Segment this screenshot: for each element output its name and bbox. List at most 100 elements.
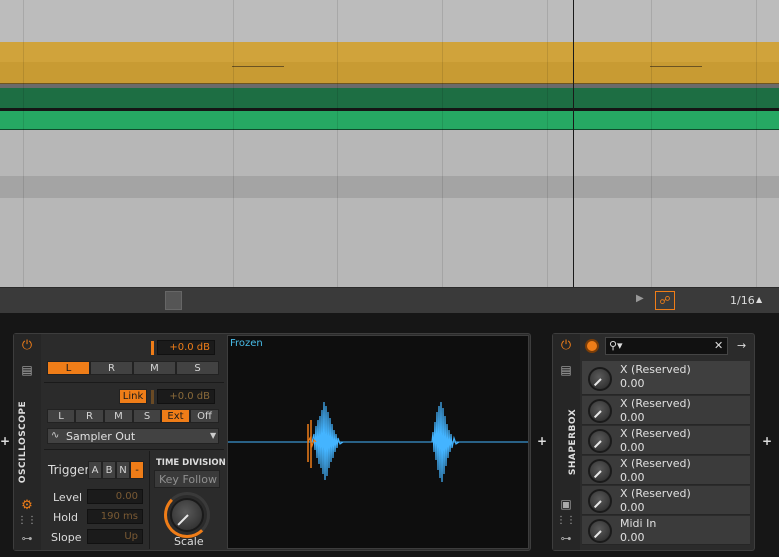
trigger-button-b[interactable]: B bbox=[102, 461, 116, 479]
chevron-down-icon: ▼ bbox=[210, 431, 217, 440]
arrow-right-icon[interactable]: → bbox=[737, 339, 746, 352]
settings-gear-icon[interactable]: ⚙ bbox=[17, 498, 37, 513]
grid-value[interactable]: 1/16 bbox=[730, 294, 755, 307]
param-name: X (Reserved) bbox=[620, 457, 691, 470]
waveform-icon: ∿ bbox=[51, 430, 60, 441]
hold-label: Hold bbox=[53, 511, 79, 524]
param-knob[interactable] bbox=[588, 459, 612, 483]
scrollbar-thumb[interactable] bbox=[165, 291, 182, 310]
midi-clip-separator bbox=[0, 108, 779, 111]
oscilloscope-display[interactable]: Frozen bbox=[227, 335, 529, 549]
key-follow-button[interactable]: Key Follow bbox=[154, 470, 220, 488]
source-button-off[interactable]: Off bbox=[190, 409, 219, 423]
link-button[interactable]: Link bbox=[119, 389, 147, 404]
time-division-title: TIME DIVISION bbox=[156, 458, 226, 468]
trigger-button-n[interactable]: N bbox=[116, 461, 130, 479]
play-triangle-icon[interactable]: ▶ bbox=[636, 293, 644, 304]
level-value[interactable]: 0.00 bbox=[87, 489, 143, 504]
folder-icon[interactable]: ▤ bbox=[556, 363, 576, 377]
param-search-field[interactable]: ⚲▾ ✕ bbox=[605, 337, 728, 355]
source-button-r[interactable]: R bbox=[75, 409, 104, 423]
gain-level-meter bbox=[151, 341, 154, 355]
param-knob[interactable] bbox=[588, 367, 612, 391]
hold-value[interactable]: 190 ms bbox=[87, 509, 143, 524]
track-empty-top[interactable] bbox=[0, 0, 779, 42]
add-device-middle-icon[interactable]: + bbox=[537, 434, 547, 448]
source-button-ext[interactable]: Ext bbox=[161, 409, 190, 423]
param-name: X (Reserved) bbox=[620, 487, 691, 500]
midi-clip-header bbox=[0, 88, 779, 108]
param-name: X (Reserved) bbox=[620, 427, 691, 440]
clear-search-icon[interactable]: ✕ bbox=[714, 339, 723, 352]
param-knob[interactable] bbox=[588, 489, 612, 513]
arrangement-view[interactable] bbox=[0, 0, 779, 287]
playhead-line bbox=[573, 0, 574, 287]
window-icon[interactable]: ▣ bbox=[556, 497, 576, 511]
param-value: 0.00 bbox=[620, 411, 645, 424]
level-label: Level bbox=[53, 491, 83, 504]
param-knob[interactable] bbox=[588, 519, 612, 543]
folder-icon[interactable]: ▤ bbox=[17, 363, 37, 377]
param-row[interactable]: X (Reserved) 0.00 bbox=[582, 486, 750, 515]
shaperbox-title: SHAPERBOX bbox=[568, 408, 579, 476]
slope-label: Slope bbox=[51, 531, 82, 544]
search-icon: ⚲▾ bbox=[609, 339, 623, 352]
gain-readout[interactable]: +0.0 dB bbox=[157, 340, 215, 355]
section-divider bbox=[44, 382, 224, 383]
clip-header-stripe bbox=[0, 42, 779, 62]
param-row[interactable]: Midi In 0.00 bbox=[582, 516, 750, 545]
modulator-icon[interactable]: ⊶ bbox=[17, 532, 37, 545]
source-button-m[interactable]: M bbox=[104, 409, 133, 423]
key-follow-label: Key Follow bbox=[159, 473, 217, 486]
source-select-value: Sampler Out bbox=[66, 430, 136, 443]
param-row[interactable]: X (Reserved) 0.00 bbox=[582, 396, 750, 425]
track-lane-gray[interactable] bbox=[0, 176, 779, 198]
link-grid-icon[interactable]: ☍ bbox=[655, 291, 675, 310]
param-name: X (Reserved) bbox=[620, 397, 691, 410]
param-value: 0.00 bbox=[620, 377, 645, 390]
add-device-right-icon[interactable]: + bbox=[762, 434, 772, 448]
power-icon[interactable]: ⏻ bbox=[556, 338, 576, 353]
param-knob[interactable] bbox=[588, 399, 612, 423]
link-level-meter bbox=[151, 390, 154, 404]
param-value: 0.00 bbox=[620, 441, 645, 454]
channel-button-r[interactable]: R bbox=[90, 361, 133, 375]
scale-label: Scale bbox=[174, 535, 204, 548]
channel-button-l[interactable]: L bbox=[47, 361, 90, 375]
param-name: Midi In bbox=[620, 517, 657, 530]
link-gain-readout[interactable]: +0.0 dB bbox=[157, 389, 215, 404]
oscilloscope-title: OSCILLOSCOPE bbox=[18, 400, 29, 484]
trigger-button-dash[interactable]: - bbox=[130, 461, 144, 479]
param-value: 0.00 bbox=[620, 471, 645, 484]
scale-knob[interactable] bbox=[170, 498, 204, 532]
source-select[interactable]: ∿ Sampler Out ▼ bbox=[47, 428, 219, 444]
trigger-label: Trigger bbox=[48, 463, 90, 477]
waveform-burst-1 bbox=[311, 401, 344, 481]
clip-dash-right bbox=[650, 66, 702, 67]
source-button-l[interactable]: L bbox=[47, 409, 75, 423]
grid-dropdown-icon[interactable]: ▲ bbox=[756, 295, 762, 304]
power-icon[interactable]: ⏻ bbox=[17, 338, 37, 353]
channel-button-s[interactable]: S bbox=[176, 361, 219, 375]
add-device-left-icon[interactable]: + bbox=[0, 434, 10, 448]
param-value: 0.00 bbox=[620, 531, 645, 544]
param-row[interactable]: X (Reserved) 0.00 bbox=[582, 456, 750, 485]
section-divider-2 bbox=[44, 449, 224, 450]
slope-value[interactable]: Up bbox=[87, 529, 143, 544]
modulator-icon[interactable]: ⊶ bbox=[556, 532, 576, 545]
trigger-button-a[interactable]: A bbox=[88, 461, 102, 479]
waveform-burst-2 bbox=[431, 401, 460, 483]
param-value: 0.00 bbox=[620, 501, 645, 514]
grid-dots-icon[interactable]: ⋮⋮ bbox=[556, 515, 576, 526]
waveform-plot bbox=[228, 401, 528, 483]
source-button-s[interactable]: S bbox=[133, 409, 161, 423]
param-knob[interactable] bbox=[588, 429, 612, 453]
param-name: X (Reserved) bbox=[620, 363, 691, 376]
plugin-orange-icon[interactable] bbox=[585, 339, 599, 353]
horizontal-scrollbar[interactable]: ▶ ☍ 1/16 ▲ bbox=[0, 287, 779, 313]
grid-dots-icon[interactable]: ⋮⋮ bbox=[17, 515, 37, 526]
channel-button-m[interactable]: M bbox=[133, 361, 176, 375]
param-row[interactable]: X (Reserved) 0.00 bbox=[582, 361, 750, 395]
param-row[interactable]: X (Reserved) 0.00 bbox=[582, 426, 750, 455]
clip-dash-left bbox=[232, 66, 284, 67]
